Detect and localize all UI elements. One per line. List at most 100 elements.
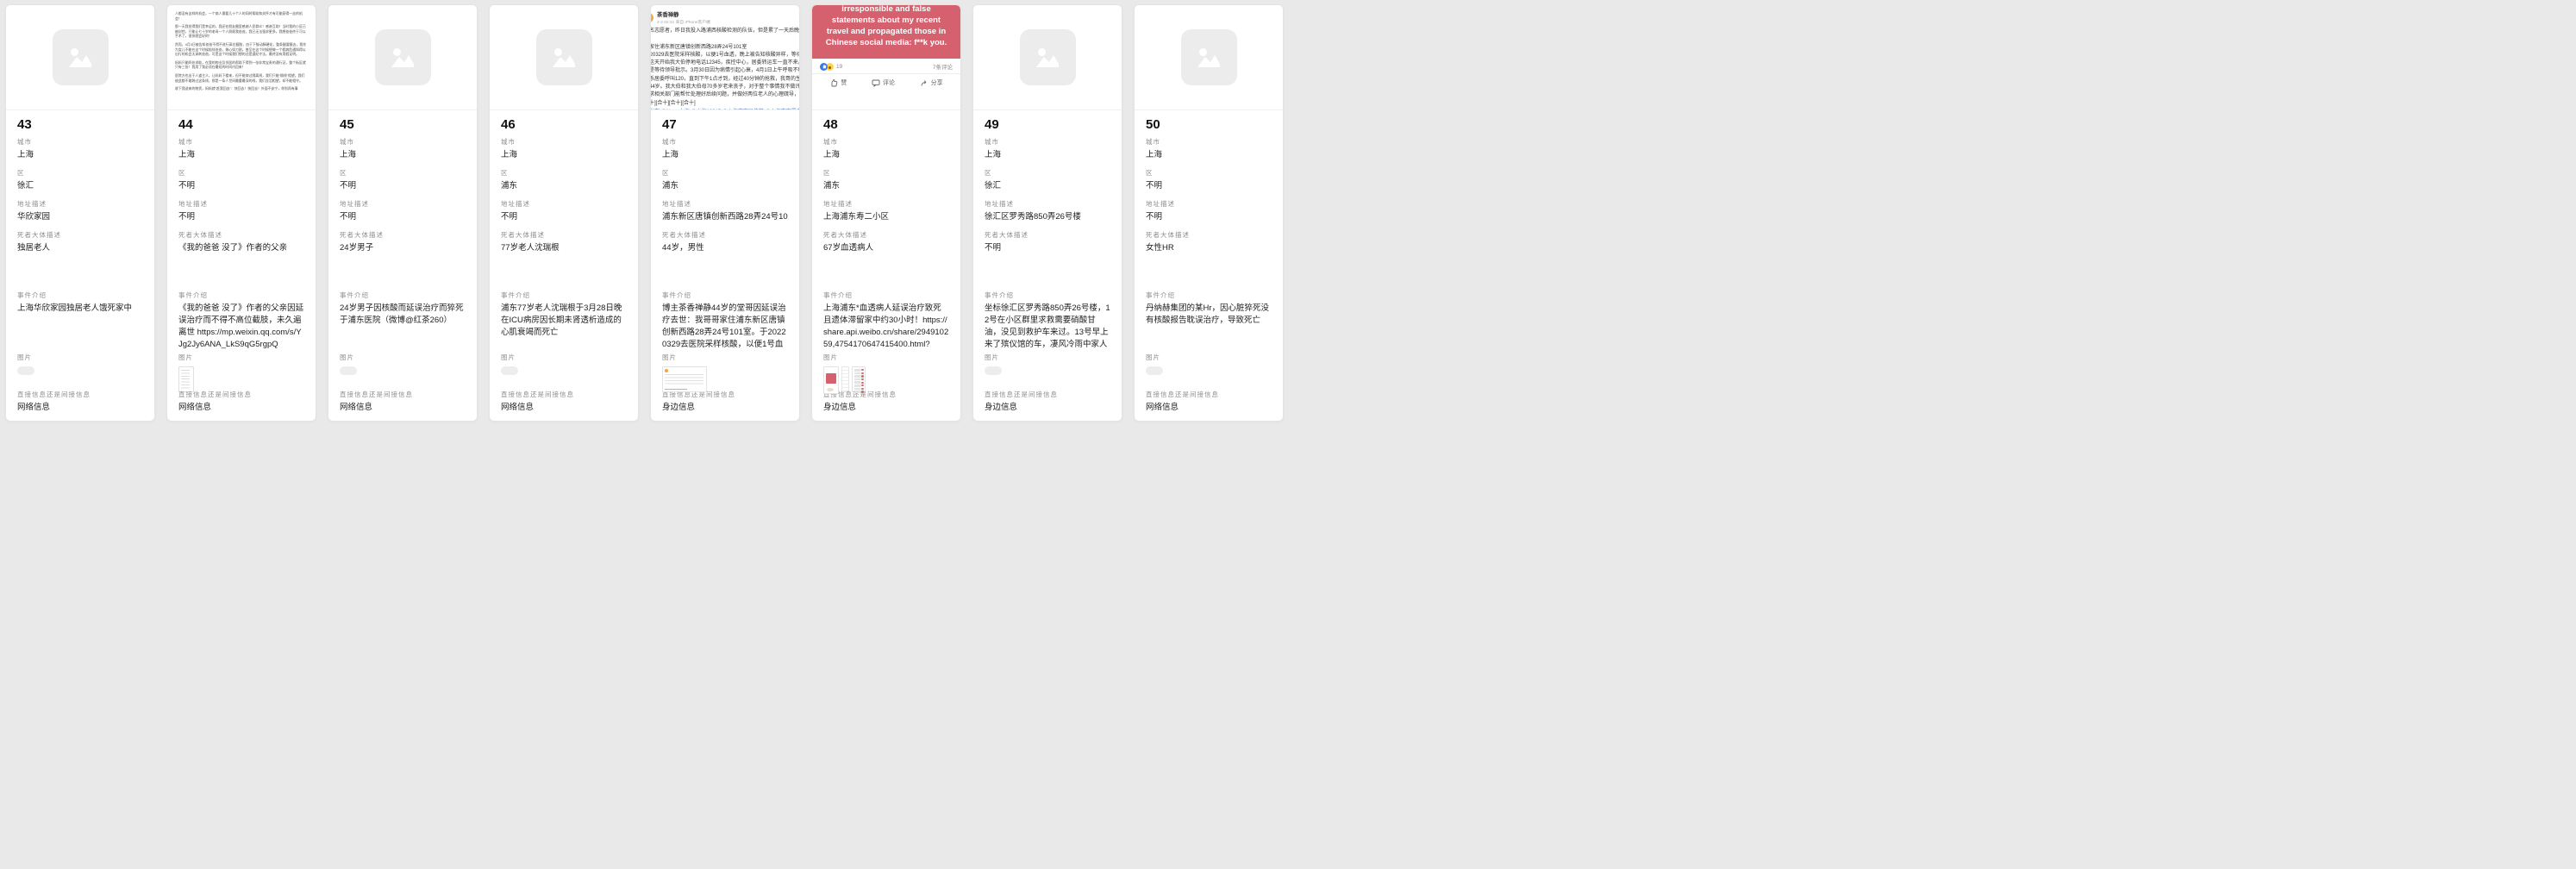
record-number: 43 (17, 118, 143, 132)
record-number: 49 (985, 118, 1110, 132)
attachment-thumbnail[interactable] (841, 366, 849, 392)
field-value-city: 上海 (17, 149, 143, 161)
field-district: 区不明 (1146, 169, 1272, 192)
field-label-source: 直接信息还是间接信息 (1146, 391, 1272, 398)
weibo-mentions: 海发布 @News上海 @上海12345 @上海市市民信箱 @上海市志愿者协会 (651, 109, 796, 110)
card-body: 46城市上海区浦东地址描述不明死者大体描述77岁老人沈瑞根事件介绍浦东77岁老人… (490, 110, 638, 414)
field-value-district: 浦东 (501, 180, 627, 192)
field-label-images: 图片 (501, 353, 627, 361)
field-event: 事件介绍上海浦东*血透病人延误治疗致死且遗体滞留家中约30小时！https://… (823, 291, 949, 351)
field-address: 地址描述不明 (340, 200, 466, 223)
record-card-45[interactable]: 45城市上海区不明地址描述不明死者大体描述24岁男子事件介绍24岁男子因核酸而延… (328, 4, 478, 422)
field-label-district: 区 (178, 169, 304, 177)
weibo-text-line: 合十][合十][合十][合十] (651, 100, 796, 108)
attachment-row (985, 366, 1110, 375)
field-label-source: 直接信息还是间接信息 (985, 391, 1110, 398)
reaction-share-button[interactable]: 分享 (920, 78, 943, 87)
field-value-source: 网络信息 (340, 402, 466, 414)
field-deceased: 死者大体描述67岁血透病人 (823, 231, 949, 284)
field-value-city: 上海 (662, 149, 788, 161)
field-address: 地址描述不明 (178, 200, 304, 223)
weibo-text-line: 。 (651, 35, 796, 43)
image-placeholder-icon (551, 45, 577, 71)
field-value-city: 上海 (1146, 149, 1272, 161)
field-label-event: 事件介绍 (340, 291, 466, 299)
field-label-city: 城市 (662, 138, 788, 146)
screenshot-paragraph: 收下我送来的物资，妈妈就“赶我回去”：快回去！快回去！外面不安宁，你别再有事 (175, 86, 308, 91)
record-card-47[interactable]: 茶香禅静4-2 02:31 来自 iPhone客户端一名志愿者，昨日我投入路浦西… (650, 4, 800, 422)
reaction-comment-button[interactable]: 评论 (872, 78, 895, 87)
attachment-thumbnail[interactable] (178, 366, 194, 392)
field-label-deceased: 死者大体描述 (985, 231, 1110, 239)
attachment-thumbnail[interactable] (1146, 366, 1163, 375)
field-label-deceased: 死者大体描述 (501, 231, 627, 239)
field-label-source: 直接信息还是间接信息 (823, 391, 949, 398)
comments-count[interactable]: 7条评论 (933, 62, 953, 71)
field-value-deceased: 44岁，男性 (662, 242, 788, 284)
card-body: 48城市上海区浦东地址描述上海浦东寿二小区死者大体描述67岁血透病人事件介绍上海… (812, 110, 960, 414)
field-label-address: 地址描述 (1146, 200, 1272, 208)
card-cover: irresponsible and false statements about… (812, 5, 960, 110)
reaction-like-button[interactable]: 赞 (829, 78, 847, 87)
field-value-address: 华欣家园 (17, 211, 143, 223)
attachment-thumbnail[interactable] (340, 366, 357, 375)
field-source: 直接信息还是间接信息身边信息 (985, 391, 1110, 414)
field-value-source: 网络信息 (1146, 402, 1272, 414)
field-label-address: 地址描述 (985, 200, 1110, 208)
record-card-46[interactable]: 46城市上海区浦东地址描述不明死者大体描述77岁老人沈瑞根事件介绍浦东77岁老人… (489, 4, 639, 422)
field-label-source: 直接信息还是间接信息 (501, 391, 627, 398)
attachment-thumbnail[interactable] (985, 366, 1002, 375)
field-label-deceased: 死者大体描述 (340, 231, 466, 239)
field-value-city: 上海 (823, 149, 949, 161)
cover-text-screenshot: 人都没有这样的机会，一个病人需要几十个人的同时帮助和关怀才有可能获得一丝的机会！… (167, 5, 316, 101)
field-deceased: 死者大体描述独居老人 (17, 231, 143, 284)
weibo-timestamp: 4-2 02:31 来自 iPhone客户端 (657, 19, 710, 25)
field-images: 图片 (17, 353, 143, 391)
attachment-row (17, 366, 143, 375)
image-placeholder-icon (390, 45, 416, 71)
card-body: 44城市上海区不明地址描述不明死者大体描述《我的爸爸 没了》作者的父亲事件介绍《… (167, 110, 316, 414)
field-event: 事件介绍24岁男子因核酸而延误治疗而猝死于浦东医院（微博@红茶260） (340, 291, 466, 351)
card-body: 49城市上海区徐汇地址描述徐汇区罗秀路850弄26号楼死者大体描述不明事件介绍坐… (973, 110, 1122, 414)
field-value-city: 上海 (985, 149, 1110, 161)
attachment-row (501, 366, 627, 375)
field-event: 事件介绍上海华欣家园独居老人饿死家中 (17, 291, 143, 351)
attachment-thumbnail[interactable] (662, 366, 707, 392)
field-label-city: 城市 (823, 138, 949, 146)
field-value-deceased: 独居老人 (17, 242, 143, 284)
field-source: 直接信息还是间接信息网络信息 (1146, 391, 1272, 414)
cover-image-placeholder (1020, 29, 1076, 85)
record-card-49[interactable]: 49城市上海区徐汇地址描述徐汇区罗秀路850弄26号楼死者大体描述不明事件介绍坐… (972, 4, 1122, 422)
weibo-text-line: 在44岁。我大伯和我大伯母70多岁老来丧子，对于整个事情我不做评价， (651, 84, 796, 91)
attachment-thumbnail[interactable] (501, 366, 518, 375)
weibo-text-line: 哥家住浦东新区唐镇创新西路28弄24号101室 (651, 44, 796, 52)
attachment-thumbnail[interactable] (17, 366, 34, 375)
field-images: 图片 (985, 353, 1110, 391)
field-value-deceased: 《我的爸爸 没了》作者的父亲 (178, 242, 304, 284)
field-label-city: 城市 (340, 138, 466, 146)
field-value-address: 不明 (501, 211, 627, 223)
record-card-50[interactable]: 50城市上海区不明地址描述不明死者大体描述女性HR事件介绍丹纳赫集团的某Hr，因… (1134, 4, 1284, 422)
image-placeholder-icon (1035, 45, 1060, 71)
field-label-district: 区 (662, 169, 788, 177)
card-cover (1135, 5, 1283, 110)
field-label-address: 地址描述 (17, 200, 143, 208)
card-body: 47城市上海区浦东地址描述浦东新区唐镇创新西路28弄24号101室死者大体描述4… (651, 110, 799, 414)
attachment-thumbnail[interactable] (823, 366, 839, 394)
field-city: 城市上海 (662, 138, 788, 161)
field-label-address: 地址描述 (823, 200, 949, 208)
card-cover: 茶香禅静4-2 02:31 来自 iPhone客户端一名志愿者，昨日我投入路浦西… (651, 5, 799, 110)
record-card-48[interactable]: irresponsible and false statements about… (811, 4, 961, 422)
field-district: 区徐汇 (17, 169, 143, 192)
attachment-thumbnail[interactable] (852, 366, 866, 392)
field-value-district: 不明 (340, 180, 466, 192)
record-card-44[interactable]: 人都没有这样的机会，一个病人需要几十个人的同时帮助和关怀才有可能获得一丝的机会！… (166, 4, 316, 422)
screenshot-paragraph: 然而，4月3日被告知爸爸不得不进行高位截肢，由于下肢动脉硬化，整条腿要截去，我作… (175, 42, 308, 57)
record-card-43[interactable]: 43城市上海区徐汇地址描述华欣家园死者大体描述独居老人事件介绍上海华欣家园独居老… (5, 4, 155, 422)
field-value-district: 徐汇 (17, 180, 143, 192)
field-value-source: 身边信息 (823, 402, 949, 414)
field-label-event: 事件介绍 (1146, 291, 1272, 299)
field-label-images: 图片 (985, 353, 1110, 361)
cover-weibo-screenshot: 茶香禅静4-2 02:31 来自 iPhone客户端一名志愿者，昨日我投入路浦西… (651, 5, 799, 110)
field-label-event: 事件介绍 (985, 291, 1110, 299)
